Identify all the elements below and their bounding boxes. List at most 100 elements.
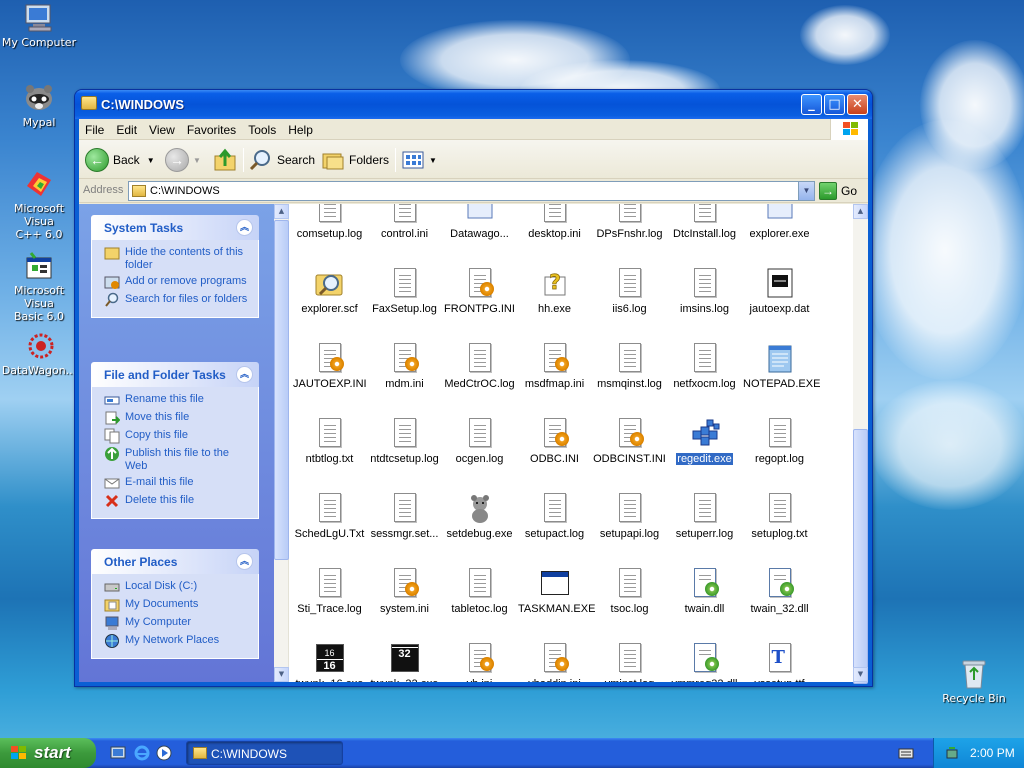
collapse-icon[interactable]: ︽: [236, 366, 253, 383]
file-item[interactable]: DtcInstall.log: [667, 204, 742, 240]
start-button[interactable]: start: [0, 738, 96, 768]
views-button[interactable]: ▼: [401, 146, 437, 174]
chevron-down-icon[interactable]: ▼: [147, 156, 155, 165]
file-item[interactable]: SchedLgU.Txt: [292, 492, 367, 540]
menu-view[interactable]: View: [143, 119, 181, 140]
file-item[interactable]: sessmgr.set...: [367, 492, 442, 540]
minimize-button[interactable]: _: [801, 94, 822, 115]
file-item[interactable]: jautoexp.dat: [742, 267, 817, 315]
file-item[interactable]: MedCtrOC.log: [442, 342, 517, 390]
file-item[interactable]: ODBC.INI: [517, 417, 592, 465]
task-copy-file[interactable]: Copy this file: [104, 428, 252, 444]
maximize-button[interactable]: □: [824, 94, 845, 115]
desktop-icon-datawagon[interactable]: DataWagon...: [0, 330, 78, 377]
back-button[interactable]: ← Back ▼: [85, 146, 155, 174]
file-item[interactable]: setuplog.txt: [742, 492, 817, 540]
scroll-thumb[interactable]: [853, 429, 868, 684]
file-item[interactable]: twain_32.dll: [742, 567, 817, 615]
file-item[interactable]: setupapi.log: [592, 492, 667, 540]
menu-tools[interactable]: Tools: [242, 119, 282, 140]
task-publish-to-web[interactable]: Publish this file to the Web: [104, 447, 252, 473]
media-player-icon[interactable]: [156, 745, 172, 761]
show-desktop-icon[interactable]: [110, 745, 126, 761]
file-item[interactable]: comsetup.log: [292, 204, 367, 240]
place-my-documents[interactable]: My Documents: [104, 598, 252, 613]
task-move-file[interactable]: Move this file: [104, 411, 252, 426]
file-item[interactable]: vminst.log: [592, 642, 667, 682]
file-item[interactable]: control.ini: [367, 204, 442, 240]
file-item[interactable]: ntbtlog.txt: [292, 417, 367, 465]
menu-file[interactable]: File: [79, 119, 110, 140]
file-item[interactable]: DPsFnshr.log: [592, 204, 667, 240]
search-button[interactable]: Search: [249, 146, 315, 174]
file-item[interactable]: TASKMAN.EXE: [517, 567, 595, 615]
file-folder-tasks-header[interactable]: File and Folder Tasks ︽: [91, 362, 259, 387]
file-item[interactable]: Datawago...: [442, 204, 517, 240]
file-item[interactable]: vmmreg32.dll: [667, 642, 742, 682]
file-item[interactable]: Sti_Trace.log: [292, 567, 367, 615]
go-button[interactable]: → Go: [819, 181, 857, 201]
file-item[interactable]: vb.ini: [442, 642, 517, 682]
file-item[interactable]: twain.dll: [667, 567, 742, 615]
file-item[interactable]: Tvssetup.ttf: [742, 642, 817, 682]
task-delete-file[interactable]: Delete this file: [104, 494, 252, 509]
task-hide-folder-contents[interactable]: Hide the contents of this folder: [104, 246, 252, 272]
chevron-down-icon[interactable]: ▼: [193, 156, 201, 165]
scroll-down-arrow-icon[interactable]: ▼: [853, 667, 868, 682]
file-item[interactable]: desktop.ini: [517, 204, 592, 240]
desktop-icon-mypal[interactable]: Mypal: [0, 82, 78, 129]
file-item[interactable]: FRONTPG.INI: [442, 267, 517, 315]
file-item[interactable]: mdm.ini: [367, 342, 442, 390]
file-item[interactable]: explorer.exe: [742, 204, 817, 240]
keyboard-icon[interactable]: [898, 746, 914, 760]
forward-button[interactable]: → ▼: [165, 146, 201, 174]
file-item[interactable]: tabletoc.log: [442, 567, 517, 615]
file-item[interactable]: ntdtcsetup.log: [367, 417, 442, 465]
desktop-icon-recycle-bin[interactable]: Recycle Bin: [935, 658, 1013, 705]
task-email-file[interactable]: E-mail this file: [104, 476, 252, 491]
scroll-down-arrow-icon[interactable]: ▼: [274, 667, 289, 682]
task-search-files[interactable]: Search for files or folders: [104, 292, 252, 308]
file-item[interactable]: ? hh.exe: [517, 267, 592, 315]
file-item[interactable]: ocgen.log: [442, 417, 517, 465]
file-list-scrollbar[interactable]: ▲ ▼: [853, 204, 868, 684]
file-item[interactable]: iis6.log: [592, 267, 667, 315]
scroll-up-arrow-icon[interactable]: ▲: [274, 204, 289, 219]
close-button[interactable]: ✕: [847, 94, 868, 115]
menu-help[interactable]: Help: [282, 119, 319, 140]
internet-explorer-icon[interactable]: [134, 745, 150, 761]
file-item[interactable]: ODBCINST.INI: [592, 417, 667, 465]
place-local-disk[interactable]: Local Disk (C:): [104, 580, 252, 595]
title-bar[interactable]: C:\WINDOWS _ □ ✕: [75, 90, 872, 119]
desktop-icon-visual-basic[interactable]: Microsoft Visua Basic 6.0: [0, 250, 78, 323]
menu-edit[interactable]: Edit: [110, 119, 143, 140]
file-item[interactable]: imsins.log: [667, 267, 742, 315]
folders-button[interactable]: Folders: [321, 146, 389, 174]
task-add-remove-programs[interactable]: Add or remove programs: [104, 275, 252, 290]
file-item[interactable]: NOTEPAD.EXE: [742, 342, 820, 390]
file-item[interactable]: tsoc.log: [592, 567, 667, 615]
file-item[interactable]: vbaddin.ini: [517, 642, 592, 682]
file-item[interactable]: explorer.scf: [292, 267, 367, 315]
system-tasks-header[interactable]: System Tasks ︽: [91, 215, 259, 240]
safely-remove-hardware-icon[interactable]: [944, 745, 960, 761]
menu-favorites[interactable]: Favorites: [181, 119, 242, 140]
file-item[interactable]: msmqinst.log: [592, 342, 667, 390]
chevron-down-icon[interactable]: ▼: [798, 182, 814, 200]
scroll-thumb[interactable]: [274, 220, 289, 560]
file-item[interactable]: regedit.exe: [667, 417, 742, 465]
file-item[interactable]: msdfmap.ini: [517, 342, 592, 390]
other-places-header[interactable]: Other Places ︽: [91, 549, 259, 574]
file-item[interactable]: JAUTOEXP.INI: [292, 342, 367, 390]
file-item[interactable]: netfxocm.log: [667, 342, 742, 390]
taskbar-window-button[interactable]: C:\WINDOWS: [186, 741, 343, 765]
up-folder-button[interactable]: [213, 146, 237, 174]
file-item[interactable]: regopt.log: [742, 417, 817, 465]
file-item[interactable]: FaxSetup.log: [367, 267, 442, 315]
place-my-network[interactable]: My Network Places: [104, 634, 252, 649]
collapse-icon[interactable]: ︽: [236, 219, 253, 236]
task-pane-scrollbar[interactable]: ▲ ▼: [274, 204, 289, 682]
file-item[interactable]: system.ini: [367, 567, 442, 615]
file-item[interactable]: 32 twunk_32.exe: [367, 642, 442, 682]
desktop-icon-visual-cpp[interactable]: Microsoft Visua C++ 6.0: [0, 168, 78, 241]
